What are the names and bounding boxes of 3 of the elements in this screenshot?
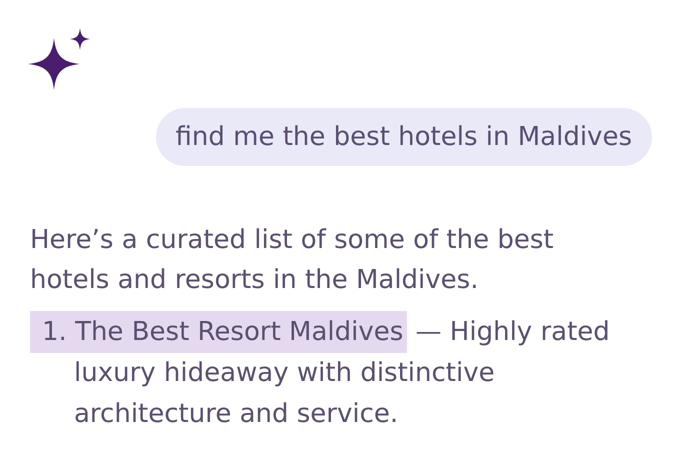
user-message: find me the best hotels in Maldives bbox=[156, 108, 652, 166]
response-text: Here’s a curated list of some of the best hotels and resorts in the Maldives. bbox=[30, 224, 555, 297]
list-item: 1. The Best Resort Maldives — Highly rated luxury hideaway with distinctive architecture and service. bbox=[30, 312, 620, 435]
